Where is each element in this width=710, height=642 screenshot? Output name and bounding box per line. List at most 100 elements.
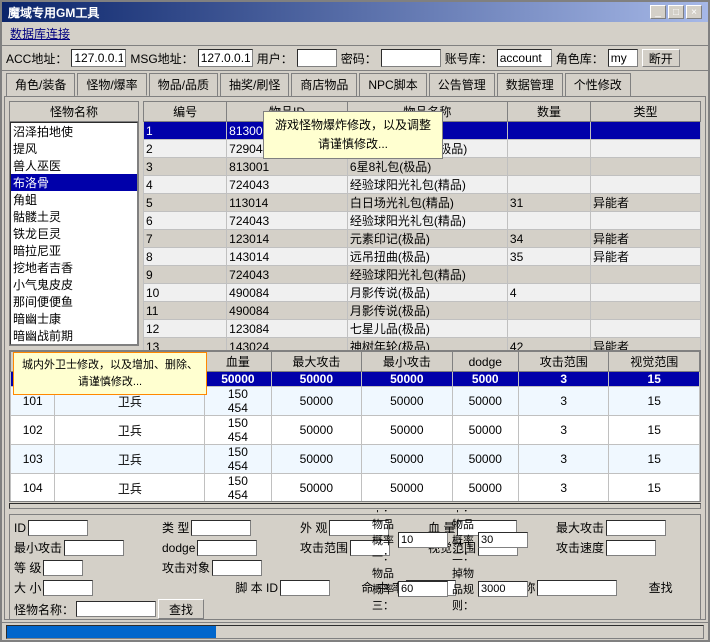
detail-max-atk-input[interactable] bbox=[606, 520, 666, 536]
toolbar: ACC地址： MSG地址： 用户： 密码： 账号库： 角色库： 断开 bbox=[2, 46, 708, 71]
guard-col-atk-range: 攻击范围 bbox=[518, 352, 608, 372]
monster-list-item[interactable]: 角蛆 bbox=[11, 191, 137, 208]
tab-item-quality[interactable]: 物品/品质 bbox=[149, 73, 218, 96]
guard-section: 城内外卫士修改，以及增加、删除、请谨慎修改... ID 类 型 血量 最大攻击 … bbox=[9, 350, 701, 510]
monster-list-item[interactable]: 提风 bbox=[11, 140, 137, 157]
table-row[interactable]: 5113014白日场光礼包(精品)31异能者 bbox=[144, 194, 701, 212]
monster-list-panel: 怪物名称 沼泽拍地使提风兽人巫医布洛骨角蛆骷髅土灵铁龙巨灵暗拉尼亚挖地者吉香小气… bbox=[9, 101, 139, 346]
monster-list-item[interactable]: 暗幽/流前期 bbox=[11, 344, 137, 345]
status-bar bbox=[2, 622, 708, 640]
find-monster-button[interactable]: 查找 bbox=[158, 599, 204, 619]
menu-database[interactable]: 数据库连接 bbox=[6, 24, 74, 43]
detail-dodge-input[interactable] bbox=[197, 540, 257, 556]
table-row[interactable]: 4724043经验球阳光礼包(精品) bbox=[144, 176, 701, 194]
detail-monster-name-input[interactable] bbox=[537, 580, 617, 596]
detail-target-input[interactable] bbox=[212, 560, 262, 576]
monster-list-item[interactable]: 骷髅土灵 bbox=[11, 208, 137, 225]
item-rate2-input[interactable] bbox=[478, 532, 528, 548]
tab-announcement[interactable]: 公告管理 bbox=[429, 73, 495, 96]
detail-type-input[interactable] bbox=[191, 520, 251, 536]
detail-type-label: 类 型 bbox=[162, 519, 189, 536]
detail-script-label: 脚 本 ID bbox=[235, 579, 278, 596]
table-row[interactable]: 10490084月影传说(极品)4 bbox=[144, 284, 701, 302]
detail-level-input[interactable] bbox=[43, 560, 83, 576]
monster-name-find-label: 怪物名称： bbox=[14, 601, 74, 618]
col-type: 类型 bbox=[591, 102, 701, 122]
monster-list-item[interactable]: 暗幽战前期 bbox=[11, 327, 137, 344]
detail-min-atk-input[interactable] bbox=[64, 540, 124, 556]
role-label: 角色库： bbox=[556, 50, 604, 67]
detail-size-input[interactable] bbox=[43, 580, 93, 596]
monster-list-item[interactable]: 兽人巫医 bbox=[11, 157, 137, 174]
tooltip-text: 游戏怪物爆炸修改，以及调整 请谨慎修改... bbox=[275, 118, 431, 151]
pwd-input[interactable] bbox=[381, 49, 441, 67]
acc-input[interactable] bbox=[71, 49, 126, 67]
tab-personal[interactable]: 个性修改 bbox=[565, 73, 631, 96]
close-button[interactable]: × bbox=[686, 5, 702, 19]
guard-col-max-atk: 最大攻击 bbox=[271, 352, 361, 372]
monster-list[interactable]: 沼泽拍地使提风兽人巫医布洛骨角蛆骷髅土灵铁龙巨灵暗拉尼亚挖地者吉香小气鬼皮皮那间… bbox=[10, 122, 138, 345]
detail-max-atk-label: 最大攻击 bbox=[556, 519, 604, 536]
minimize-button[interactable]: _ bbox=[650, 5, 666, 19]
table-row[interactable]: 103卫兵150454500005000050000315 bbox=[11, 445, 700, 474]
tab-npc-script[interactable]: NPC脚本 bbox=[359, 73, 426, 96]
main-window: 魔域专用GM工具 _ □ × 数据库连接 ACC地址： MSG地址： 用户： 密… bbox=[0, 0, 710, 642]
detail-id-input[interactable] bbox=[28, 520, 88, 536]
detail-appearance-label: 外 观 bbox=[300, 519, 327, 536]
msg-input[interactable] bbox=[198, 49, 253, 67]
table-row[interactable]: 104卫兵150454500005000050000315 bbox=[11, 474, 700, 503]
role-input[interactable] bbox=[608, 49, 638, 67]
monster-list-item[interactable]: 小气鬼皮皮 bbox=[11, 276, 137, 293]
detail-atk-speed-label: 攻击速度 bbox=[556, 539, 604, 556]
title-bar: 魔域专用GM工具 _ □ × bbox=[2, 2, 708, 22]
table-row[interactable]: 8143014远吊扭曲(极品)35异能者 bbox=[144, 248, 701, 266]
monster-name-find-input[interactable] bbox=[76, 601, 156, 617]
connect-button[interactable]: 断开 bbox=[642, 49, 680, 67]
title-buttons: _ □ × bbox=[650, 5, 702, 19]
table-row[interactable]: 38130016星8礼包(极品) bbox=[144, 158, 701, 176]
maximize-button[interactable]: □ bbox=[668, 5, 684, 19]
monster-list-item[interactable]: 沼泽拍地使 bbox=[11, 123, 137, 140]
drop-rule-input[interactable] bbox=[478, 581, 528, 597]
table-row[interactable]: 12123084七星儿品(极品) bbox=[144, 320, 701, 338]
msg-label: MSG地址： bbox=[130, 50, 193, 67]
find-label: 查找 bbox=[649, 579, 673, 596]
tab-lottery[interactable]: 抽奖/刷怪 bbox=[220, 73, 289, 96]
item-rate1-input[interactable] bbox=[398, 532, 448, 548]
monster-panel-title: 怪物名称 bbox=[10, 102, 138, 122]
guard-col-vis-range: 视觉范围 bbox=[609, 352, 700, 372]
monster-list-item[interactable]: 挖地者吉香 bbox=[11, 259, 137, 276]
pwd-label: 密码： bbox=[341, 50, 377, 67]
item-rate3-input[interactable] bbox=[398, 581, 448, 597]
detail-id-label: ID bbox=[14, 521, 26, 535]
monster-list-item[interactable]: 那间便便鱼 bbox=[11, 293, 137, 310]
top-section: 怪物名称 沼泽拍地使提风兽人巫医布洛骨角蛆骷髅土灵铁龙巨灵暗拉尼亚挖地者吉香小气… bbox=[9, 101, 701, 346]
tab-role-equipment[interactable]: 角色/装备 bbox=[6, 73, 75, 96]
guard-note: 城内外卫士修改，以及增加、删除、请谨慎修改... bbox=[13, 352, 207, 395]
db-input[interactable] bbox=[497, 49, 552, 67]
tab-data-management[interactable]: 数据管理 bbox=[497, 73, 563, 96]
tab-monster-rate[interactable]: 怪物/爆率 bbox=[77, 73, 146, 96]
table-row[interactable]: 6724043经验球阳光礼包(精品) bbox=[144, 212, 701, 230]
detail-size-label: 大 小 bbox=[14, 579, 41, 596]
table-row[interactable]: 11490084月影传说(极品) bbox=[144, 302, 701, 320]
monster-list-item[interactable]: 布洛骨 bbox=[11, 174, 137, 191]
table-row[interactable]: 9724043经验球阳光礼包(精品) bbox=[144, 266, 701, 284]
monster-list-item[interactable]: 暗幽士康 bbox=[11, 310, 137, 327]
table-row[interactable]: 102卫兵150454500005000050000315 bbox=[11, 416, 700, 445]
detail-atk-speed-input[interactable] bbox=[606, 540, 656, 556]
main-content: 怪物名称 沼泽拍地使提风兽人巫医布洛骨角蛆骷髅土灵铁龙巨灵暗拉尼亚挖地者吉香小气… bbox=[4, 96, 706, 620]
table-row[interactable]: 7123014元素印记(极品)34异能者 bbox=[144, 230, 701, 248]
detail-target-label: 攻击对象 bbox=[162, 559, 210, 576]
drop-rule-label: 掉物品规则： bbox=[452, 565, 474, 613]
item-rate1-label: 物品概率一： bbox=[372, 516, 394, 564]
items-tooltip: 游戏怪物爆炸修改，以及调整 请谨慎修改... bbox=[263, 111, 443, 159]
detail-script-input[interactable] bbox=[280, 580, 330, 596]
user-input[interactable] bbox=[297, 49, 337, 67]
detail-dodge-label: dodge bbox=[162, 541, 195, 555]
user-label: 用户： bbox=[257, 50, 293, 67]
tab-shop-item[interactable]: 商店物品 bbox=[291, 73, 357, 96]
monster-list-item[interactable]: 铁龙巨灵 bbox=[11, 225, 137, 242]
detail-atk-range-label: 攻击范围 bbox=[300, 539, 348, 556]
monster-list-item[interactable]: 暗拉尼亚 bbox=[11, 242, 137, 259]
